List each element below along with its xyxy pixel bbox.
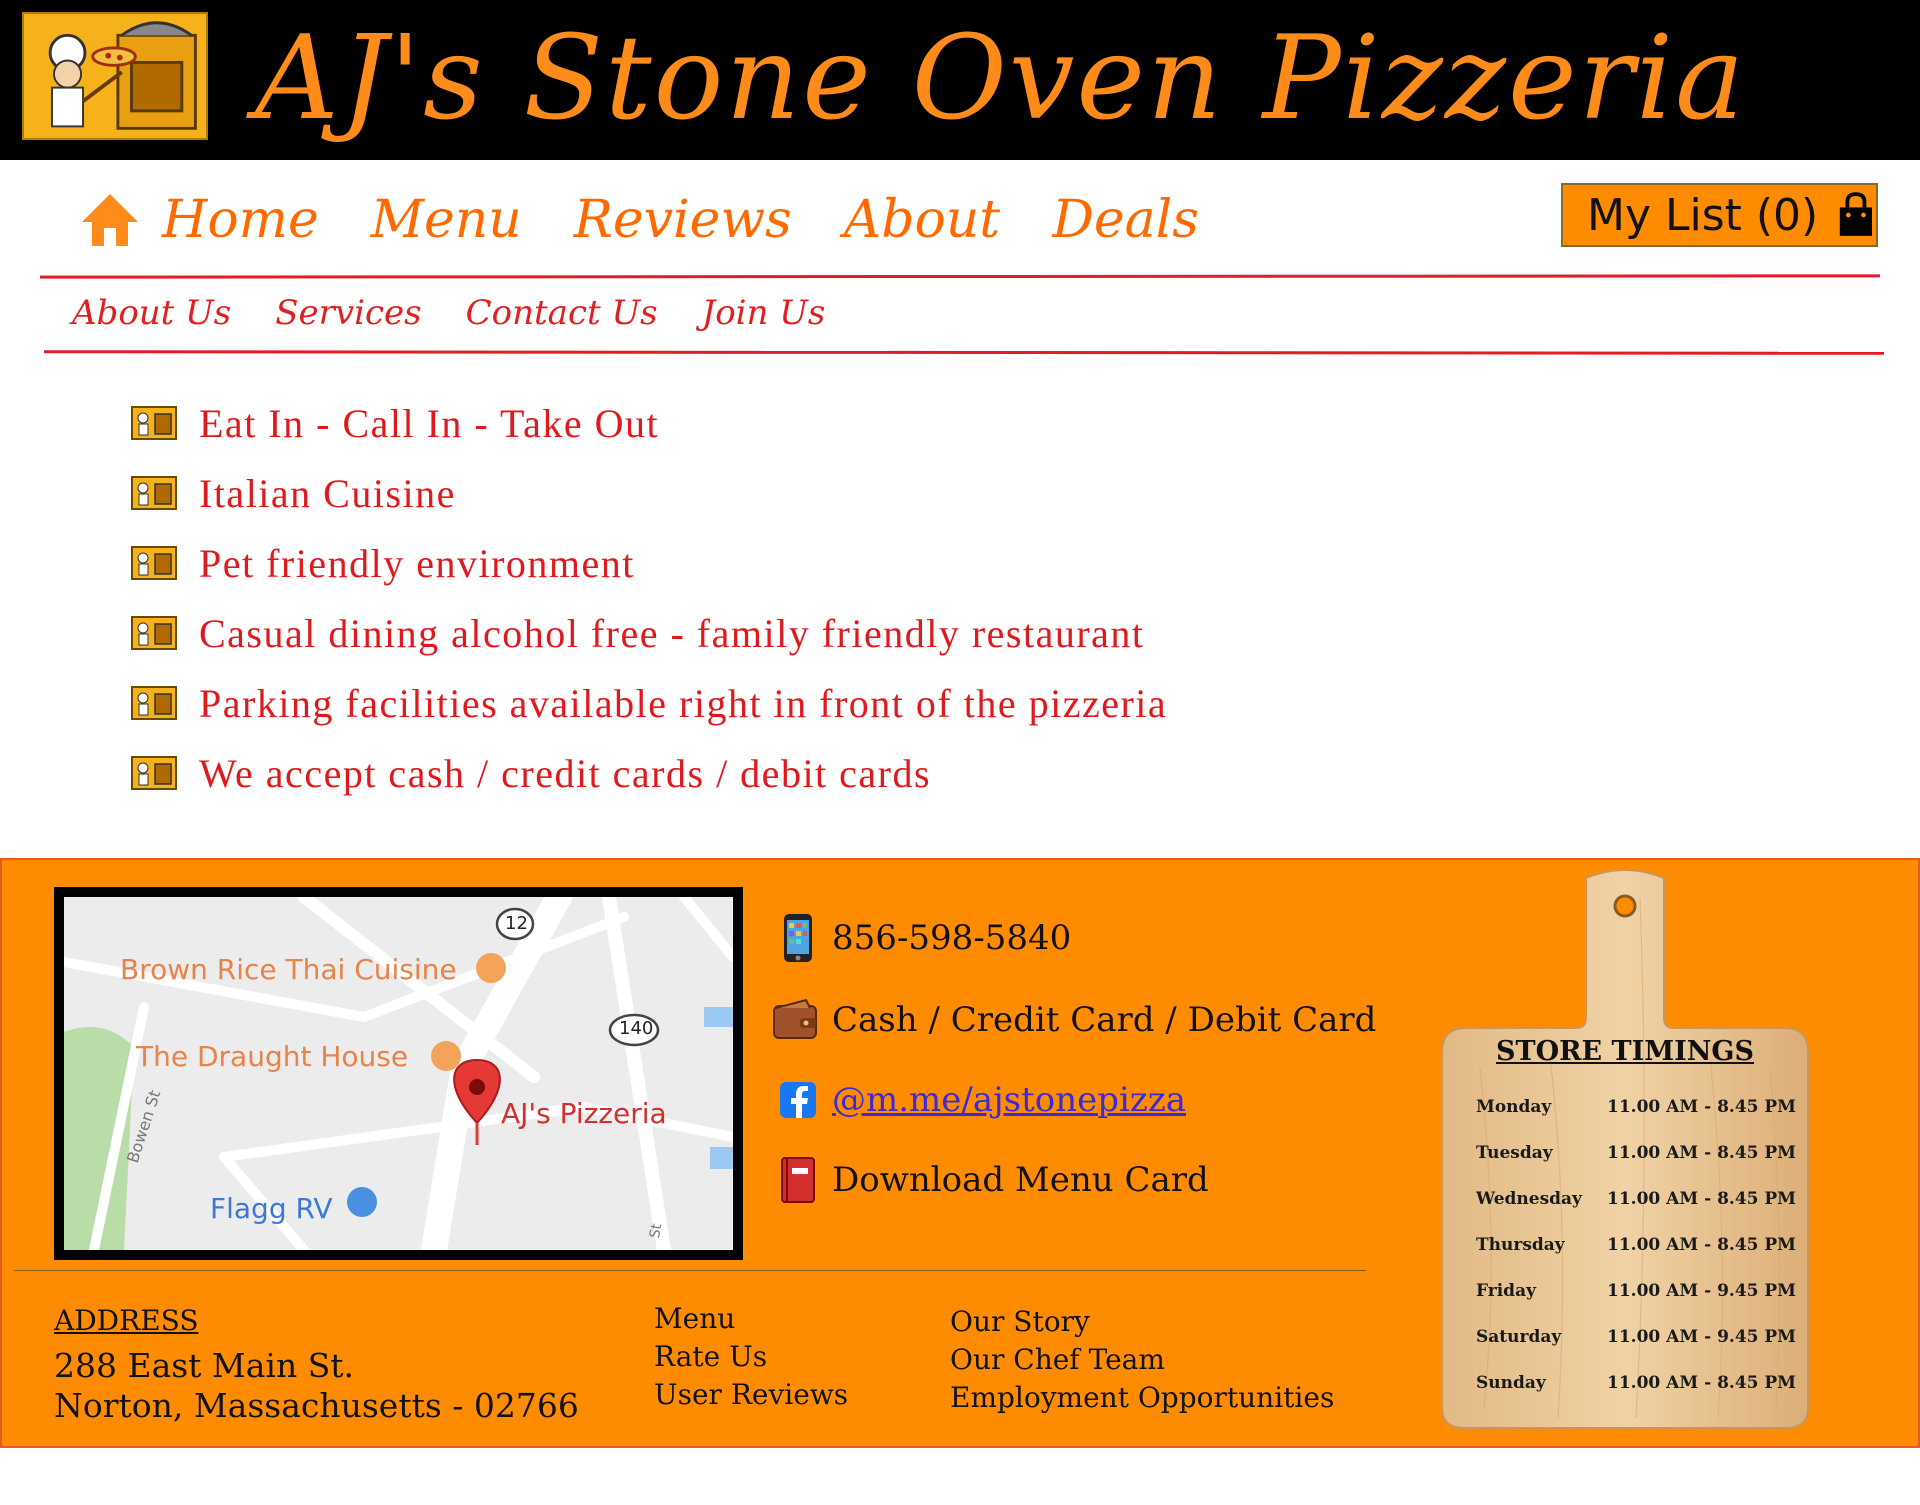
location-map[interactable]: Brown Rice Thai Cuisine The Draught Hous… <box>54 887 743 1260</box>
timing-row: Friday 11.00 AM - 9.45 PM <box>1476 1281 1796 1301</box>
facebook-row: @m.me/ajstonepizza <box>778 1074 1186 1126</box>
my-list-label: My List (0) <box>1587 189 1819 241</box>
timing-day: Thursday <box>1476 1235 1565 1255</box>
payment-row: Cash / Credit Card / Debit Card <box>772 994 1376 1046</box>
subnav-join-us[interactable]: Join Us <box>702 293 826 333</box>
footer-link-our-story[interactable]: Our Story <box>950 1303 1334 1341</box>
logo-graphic <box>24 14 206 138</box>
timing-row: Tuesday 11.00 AM - 8.45 PM <box>1476 1143 1796 1163</box>
site-title: AJ's Stone Oven Pizzeria <box>255 11 1747 146</box>
nav-divider <box>39 274 1881 279</box>
timing-row: Monday 11.00 AM - 8.45 PM <box>1476 1097 1796 1117</box>
pizza-logo-bullet-icon <box>131 406 177 440</box>
map-label-route-140: 140 <box>619 1018 654 1039</box>
list-item-text: Casual dining alcohol free - family frie… <box>199 610 1145 656</box>
nav-about[interactable]: About <box>844 190 1001 250</box>
timing-hours: 11.00 AM - 9.45 PM <box>1607 1281 1796 1301</box>
footer-links-col-1: Menu Rate Us User Reviews <box>654 1300 848 1414</box>
footer-links-col-2: Our Story Our Chef Team Employment Oppor… <box>950 1303 1334 1417</box>
download-menu-link[interactable]: Download Menu Card <box>832 1160 1209 1200</box>
list-item: Casual dining alcohol free - family frie… <box>131 598 1167 668</box>
subnav-contact-us[interactable]: Contact Us <box>466 293 658 333</box>
main-nav: Home Menu Reviews About Deals <box>78 178 1251 262</box>
chef-pizza-oven-logo[interactable] <box>22 12 208 140</box>
timing-hours: 11.00 AM - 8.45 PM <box>1607 1097 1796 1117</box>
pizza-logo-bullet-icon <box>131 686 177 720</box>
timing-day: Saturday <box>1476 1327 1562 1347</box>
wallet-icon <box>773 998 817 1039</box>
address-line-1: 288 East Main St. <box>54 1346 355 1385</box>
timing-day: Friday <box>1476 1281 1536 1301</box>
timing-hours: 11.00 AM - 8.45 PM <box>1607 1235 1796 1255</box>
list-item-text: Parking facilities available right in fr… <box>199 680 1168 726</box>
timing-day: Monday <box>1476 1097 1552 1117</box>
pizza-logo-bullet-icon <box>131 546 177 580</box>
map-label-flagg-rv: Flagg RV <box>210 1192 333 1225</box>
nav-menu[interactable]: Menu <box>371 190 522 250</box>
map-label-ajs-pizzeria[interactable]: AJ's Pizzeria <box>501 1097 667 1130</box>
list-item-text: Eat In - Call In - Take Out <box>199 400 660 446</box>
timing-hours: 11.00 AM - 9.45 PM <box>1607 1327 1796 1347</box>
timing-day: Sunday <box>1476 1373 1546 1393</box>
timing-day: Wednesday <box>1476 1189 1582 1209</box>
services-list: Eat In - Call In - Take Out Italian Cuis… <box>131 388 1167 808</box>
list-item-text: Pet friendly environment <box>199 540 635 586</box>
nav-deals[interactable]: Deals <box>1052 190 1199 250</box>
nav-home[interactable]: Home <box>162 190 319 250</box>
footer-link-employment[interactable]: Employment Opportunities <box>950 1379 1334 1417</box>
subnav-about-us[interactable]: About Us <box>72 293 231 333</box>
map-label-draught-house: The Draught House <box>136 1040 409 1073</box>
footer-link-menu[interactable]: Menu <box>654 1300 848 1338</box>
map-label-st: St <box>647 1222 666 1240</box>
phone-number[interactable]: 856-598-5840 <box>832 918 1071 958</box>
payment-methods: Cash / Credit Card / Debit Card <box>832 1000 1377 1040</box>
footer-divider <box>14 1270 1366 1271</box>
phone-row: 856-598-5840 <box>778 912 1071 964</box>
list-item-text: Italian Cuisine <box>199 470 456 516</box>
map-roads <box>64 897 733 1250</box>
pizza-logo-bullet-icon <box>131 756 177 790</box>
home-icon[interactable] <box>78 190 142 250</box>
sub-nav: About Us Services Contact Us Join Us <box>72 285 869 341</box>
timing-row: Saturday 11.00 AM - 9.45 PM <box>1476 1327 1796 1347</box>
site-header: AJ's Stone Oven Pizzeria <box>0 0 1920 160</box>
timing-day: Tuesday <box>1476 1143 1553 1163</box>
timing-hours: 11.00 AM - 8.45 PM <box>1607 1189 1796 1209</box>
footer-link-chef-team[interactable]: Our Chef Team <box>950 1341 1334 1379</box>
store-timings-board: STORE TIMINGS Monday 11.00 AM - 8.45 PM T… <box>1440 868 1810 1430</box>
download-row: Download Menu Card <box>778 1154 1209 1206</box>
map-canvas[interactable]: Brown Rice Thai Cuisine The Draught Hous… <box>64 897 733 1250</box>
map-label-brown-rice: Brown Rice Thai Cuisine <box>120 953 457 986</box>
list-item: We accept cash / credit cards / debit ca… <box>131 738 1167 808</box>
list-item: Italian Cuisine <box>131 458 1167 528</box>
my-list-button[interactable]: My List (0) <box>1561 183 1878 247</box>
list-item-text: We accept cash / credit cards / debit ca… <box>199 750 932 796</box>
facebook-link[interactable]: @m.me/ajstonepizza <box>832 1080 1186 1120</box>
list-item: Pet friendly environment <box>131 528 1167 598</box>
pizza-logo-bullet-icon <box>131 476 177 510</box>
timing-row: Thursday 11.00 AM - 8.45 PM <box>1476 1235 1796 1255</box>
list-item: Parking facilities available right in fr… <box>131 668 1167 738</box>
timing-hours: 11.00 AM - 8.45 PM <box>1607 1373 1796 1393</box>
list-item: Eat In - Call In - Take Out <box>131 388 1167 458</box>
phone-icon <box>784 914 812 962</box>
footer-link-user-reviews[interactable]: User Reviews <box>654 1376 848 1414</box>
facebook-icon[interactable] <box>778 1074 818 1126</box>
timing-row: Wednesday 11.00 AM - 8.45 PM <box>1476 1189 1796 1209</box>
subnav-divider <box>43 350 1885 355</box>
shopping-bag-icon <box>1840 192 1873 236</box>
menu-book-icon <box>781 1157 815 1203</box>
address-line-2: Norton, Massachusetts - 02766 <box>54 1386 579 1425</box>
footer-link-rate-us[interactable]: Rate Us <box>654 1338 848 1376</box>
timing-hours: 11.00 AM - 8.45 PM <box>1607 1143 1796 1163</box>
map-label-route-12: 12 <box>505 913 528 934</box>
address-heading: ADDRESS <box>54 1304 199 1337</box>
nav-reviews[interactable]: Reviews <box>574 190 792 250</box>
subnav-services[interactable]: Services <box>275 293 421 333</box>
store-timings-title: STORE TIMINGS <box>1495 1036 1754 1067</box>
timing-row: Sunday 11.00 AM - 8.45 PM <box>1476 1373 1796 1393</box>
pizza-logo-bullet-icon <box>131 616 177 650</box>
